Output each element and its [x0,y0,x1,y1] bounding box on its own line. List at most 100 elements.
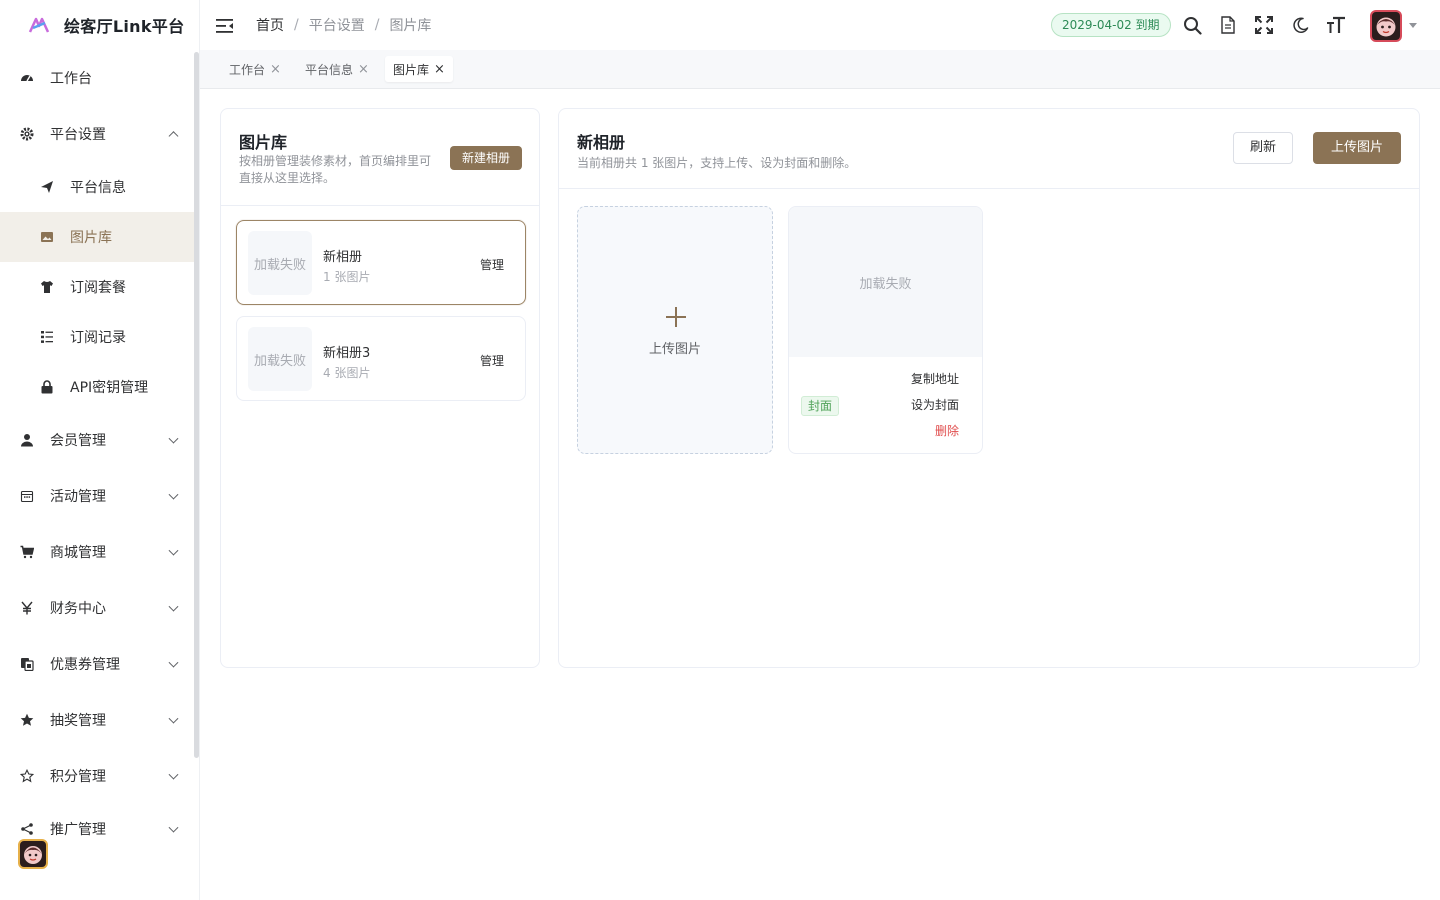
tab-label: 工作台 [229,62,266,77]
cover-badge: 封面 [801,396,840,416]
cart-icon [20,545,34,559]
chevron-down-icon [168,713,179,724]
sidebar-item-api-keys[interactable]: API密钥管理 [0,362,199,412]
album-detail-header: 新相册 当前相册共 1 张图片，支持上传、设为封面和删除。 刷新 上传图片 [559,109,1419,189]
album-list-panel: 图片库 按相册管理装修素材，首页编排里可直接从这里选择。 新建相册 加载失败 新… [220,108,540,668]
calendar-icon [20,489,34,503]
sidebar-item-label: 图片库 [70,230,112,246]
breadcrumb: 首页 / 平台设置 / 图片库 [256,15,431,35]
sidebar-scrollbar[interactable] [194,52,199,758]
chevron-down-icon [168,822,179,833]
album-thumbnail: 加载失败 [248,327,312,391]
sidebar-item-label: 财务中心 [50,601,106,617]
sidebar-item-label: 会员管理 [50,433,106,449]
album-item[interactable]: 加载失败 新相册3 4 张图片 管理 [236,316,526,401]
close-icon[interactable]: × [434,62,445,77]
copy-url-button[interactable]: 复制地址 [911,370,959,387]
album-detail-panel: 新相册 当前相册共 1 张图片，支持上传、设为封面和删除。 刷新 上传图片 上传… [558,108,1420,668]
sidebar-item-mall[interactable]: 商城管理 [0,524,199,580]
breadcrumb-home[interactable]: 首页 [256,15,284,35]
fullscreen-icon[interactable] [1254,15,1274,35]
album-item[interactable]: 加载失败 新相册 1 张图片 管理 [236,220,526,305]
sidebar-item-label: 优惠券管理 [50,657,120,673]
app-title: 绘客厅Link平台 [64,17,185,36]
breadcrumb-platform-settings[interactable]: 平台设置 [309,15,365,35]
sidebar-item-platform-info[interactable]: 平台信息 [0,162,199,212]
image-icon [40,230,54,244]
chevron-down-icon [168,433,179,444]
sidebar-item-label: 积分管理 [50,769,106,785]
sidebar-item-label: 订阅记录 [70,330,126,346]
sidebar-item-label: 工作台 [50,71,92,87]
new-album-button[interactable]: 新建相册 [450,146,522,170]
album-list-header: 图片库 按相册管理装修素材，首页编排里可直接从这里选择。 新建相册 [221,109,539,206]
upload-image-button[interactable]: 上传图片 [1313,132,1401,164]
send-icon [40,180,54,194]
star-filled-icon [20,713,34,727]
collapse-menu-icon[interactable] [216,18,234,33]
sidebar-item-label: 抽奖管理 [50,713,106,729]
sidebar-item-activities[interactable]: 活动管理 [0,468,199,524]
chevron-down-icon [168,657,179,668]
star-outline-icon [20,769,34,783]
plus-icon [666,307,686,327]
manage-album-button[interactable]: 管理 [480,352,504,369]
tab-label: 图片库 [393,62,430,77]
tab-image-library[interactable]: 图片库 × [385,56,453,82]
album-thumbnail: 加载失败 [248,231,312,295]
user-icon [20,433,34,447]
yen-icon [20,601,34,615]
upload-card[interactable]: 上传图片 [577,206,773,454]
album-detail-description: 当前相册共 1 张图片，支持上传、设为封面和删除。 [577,156,857,170]
tab-platform-info[interactable]: 平台信息 × [297,56,377,82]
font-size-icon[interactable] [1326,15,1346,35]
user-avatar[interactable] [1370,10,1402,42]
sidebar-item-points[interactable]: 积分管理 [0,748,199,804]
sidebar-item-image-library[interactable]: 图片库 [0,212,199,262]
sidebar-item-platform-settings[interactable]: 平台设置 [0,106,199,162]
search-icon[interactable] [1182,15,1202,35]
chevron-up-icon [168,131,179,142]
sidebar-item-lottery[interactable]: 抽奖管理 [0,692,199,748]
tab-dashboard[interactable]: 工作台 × [221,56,289,82]
album-count: 1 张图片 [323,270,371,284]
coupon-icon [20,657,34,671]
sidebar-item-subscription-records[interactable]: 订阅记录 [0,312,199,362]
photo-image[interactable]: 加载失败 [789,207,982,357]
set-cover-button[interactable]: 设为封面 [911,396,959,413]
user-menu-caret-icon[interactable] [1409,23,1417,28]
list-icon [40,330,54,344]
chevron-down-icon [168,769,179,780]
sidebar: 绘客厅Link平台 工作台 平台设置 平台信息 图片库 订阅套餐 订阅记录 AP… [0,0,200,900]
close-icon[interactable]: × [270,62,281,77]
sidebar-item-members[interactable]: 会员管理 [0,412,199,468]
breadcrumb-separator: / [374,17,380,33]
gear-icon [20,127,34,141]
dashboard-icon [20,71,34,85]
tab-label: 平台信息 [305,62,354,77]
sidebar-item-dashboard[interactable]: 工作台 [0,50,199,106]
app-logo[interactable]: 绘客厅Link平台 [0,0,199,50]
photo-card: 加载失败 封面 复制地址 设为封面 删除 [788,206,983,454]
share-icon [20,822,34,836]
sidebar-item-label: 推广管理 [50,822,106,838]
delete-button[interactable]: 删除 [935,422,959,439]
tabs-bar: 工作台 × 平台信息 × 图片库 × [200,50,1440,89]
sidebar-item-label: API密钥管理 [70,380,149,396]
sidebar-item-coupons[interactable]: 优惠券管理 [0,636,199,692]
breadcrumb-separator: / [294,17,299,33]
refresh-button[interactable]: 刷新 [1233,132,1293,164]
sidebar-item-finance[interactable]: 财务中心 [0,580,199,636]
close-icon[interactable]: × [358,62,369,77]
sidebar-item-subscription-plans[interactable]: 订阅套餐 [0,262,199,312]
moon-icon[interactable] [1290,15,1310,35]
chevron-down-icon [168,545,179,556]
manage-album-button[interactable]: 管理 [480,256,504,273]
chevron-down-icon [168,601,179,612]
album-detail-title: 新相册 [577,133,626,152]
document-icon[interactable] [1218,15,1238,35]
sidebar-item-label: 平台信息 [70,180,126,196]
album-list-title: 图片库 [239,133,288,152]
floating-avatar[interactable] [18,839,48,869]
shirt-icon [40,280,54,294]
